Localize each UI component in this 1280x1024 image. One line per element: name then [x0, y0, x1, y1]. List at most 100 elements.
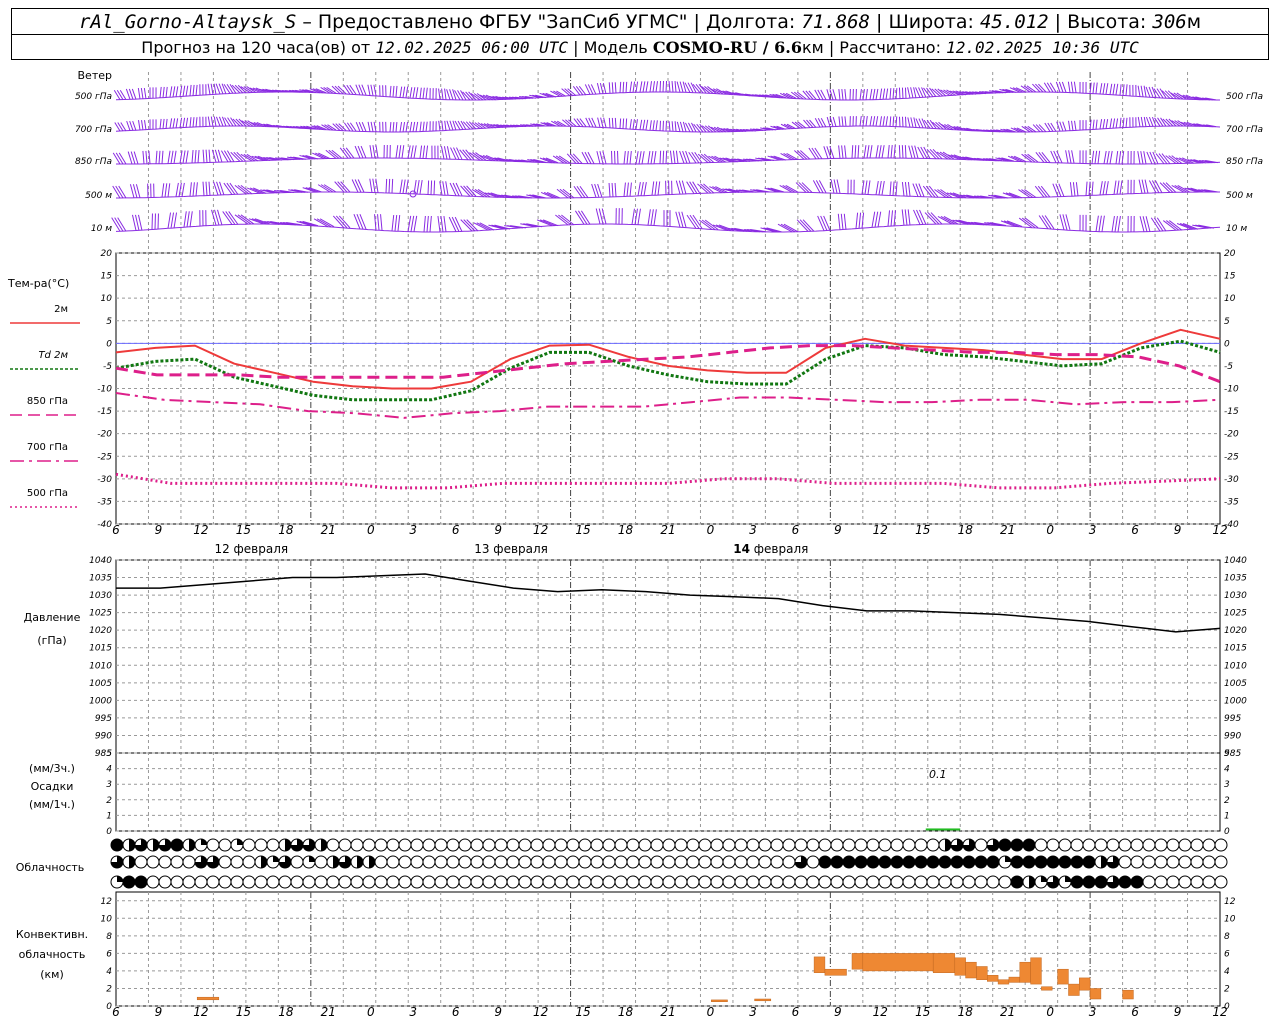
- hour-tick-label: 9: [834, 1005, 842, 1019]
- wind-barb: [555, 214, 569, 226]
- cloud-cell: [566, 855, 580, 869]
- cloud-cell: [386, 875, 400, 889]
- wind-barb: [476, 222, 492, 231]
- temp-tick-label: 5: [106, 317, 112, 327]
- convective-tick-label: 12: [101, 897, 113, 907]
- wind-barb: [395, 145, 399, 159]
- cloud-cell: [638, 875, 652, 889]
- pressure-tick-label: 995: [95, 714, 112, 724]
- wind-barb: [1075, 182, 1079, 197]
- cloud-cell-fill: [1011, 876, 1023, 888]
- wind-barb: [934, 189, 947, 198]
- cloud-cell: [1130, 838, 1144, 852]
- wind-barb: [916, 209, 924, 225]
- wind-barb: [1112, 83, 1116, 95]
- temp-legend-label: Td 2м: [38, 350, 68, 361]
- cloud-cell-fill: [1005, 856, 1011, 862]
- cloud-cell: [794, 838, 808, 852]
- wind-barb: [440, 216, 444, 233]
- wind-barb: [639, 119, 643, 130]
- wind-barb: [1168, 220, 1183, 231]
- wind-barb: [1174, 185, 1188, 193]
- wind-barb: [192, 84, 195, 96]
- wind-barb: [189, 211, 193, 228]
- wind-barb: [895, 88, 898, 100]
- cloud-cell: [614, 838, 628, 852]
- wind-barb: [131, 214, 137, 231]
- wind-barb: [642, 119, 646, 130]
- cloud-cell: [494, 875, 508, 889]
- wind-barb: [671, 81, 674, 93]
- cloud-cell: [806, 855, 820, 869]
- wind-barb: [597, 117, 601, 128]
- wind-barb: [399, 179, 403, 194]
- wind-barb: [142, 150, 145, 164]
- wind-barb: [599, 151, 604, 164]
- wind-barb: [668, 121, 671, 132]
- wind-barb: [332, 215, 345, 229]
- wind-barb: [867, 180, 871, 195]
- cloud-cell-fill: [123, 876, 135, 888]
- hour-tick-label: 15: [236, 1005, 251, 1019]
- cloud-cell-fill: [843, 856, 855, 868]
- wind-barb: [649, 81, 653, 93]
- wind-barb: [857, 145, 860, 159]
- wind-barb: [1099, 83, 1103, 95]
- wind-barb: [1119, 84, 1122, 96]
- wind-barb: [907, 209, 911, 226]
- hour-tick-label: 21: [1000, 523, 1015, 537]
- wind-level-label: 500 м: [1226, 191, 1253, 201]
- wind-barb: [1140, 116, 1144, 127]
- wind-barb: [413, 215, 418, 232]
- wind-barb: [561, 214, 575, 226]
- pressure-tick-label: 1040: [89, 556, 112, 566]
- wind-barb: [937, 216, 953, 225]
- wind-barb: [904, 182, 908, 197]
- cloud-cell: [830, 838, 844, 852]
- hour-tick-label: 0: [367, 1005, 375, 1019]
- wind-850hpa-barbs: [112, 145, 1219, 165]
- cloud-cell-fill: [855, 856, 867, 868]
- wind-barb: [785, 185, 799, 193]
- cloud-cell: [842, 875, 856, 889]
- cloud-cell-fill: [939, 856, 951, 868]
- cloud-cell: [758, 875, 772, 889]
- cloud-cell: [962, 875, 976, 889]
- wind-barb: [357, 179, 365, 193]
- wind-barb: [619, 118, 622, 129]
- cloud-cell: [866, 838, 880, 852]
- wind-barb: [354, 179, 362, 193]
- cloud-cell-fill: [357, 856, 363, 868]
- wind-barb: [1091, 150, 1095, 164]
- wind-barb: [1140, 85, 1144, 97]
- cloud-cell: [590, 875, 604, 889]
- wind-barb: [889, 116, 892, 127]
- wind-barb: [817, 89, 824, 100]
- convective-bar: [862, 953, 934, 972]
- cloud-cell-fill: [963, 856, 975, 868]
- wind-barb: [539, 219, 556, 227]
- hour-tick-label: 3: [409, 523, 417, 537]
- pressure-tick-label: 1000: [1224, 696, 1247, 706]
- cloud-cell: [458, 855, 472, 869]
- wind-barb: [1106, 150, 1110, 164]
- wind-barb: [207, 83, 211, 95]
- cloud-cell: [686, 855, 700, 869]
- wind-barb: [444, 120, 447, 131]
- cloud-cell: [170, 875, 184, 889]
- wind-barb: [182, 150, 186, 164]
- hour-tick-label: 21: [660, 1005, 675, 1019]
- hour-tick-label: 15: [915, 523, 930, 537]
- wind-barb: [930, 212, 943, 225]
- wind-barb: [389, 121, 392, 133]
- cloud-cell: [734, 875, 748, 889]
- wind-barb: [872, 116, 876, 127]
- wind-barb: [441, 88, 444, 100]
- hour-tick-label: 0: [1046, 1005, 1054, 1019]
- cloud-cell: [182, 875, 196, 889]
- hour-tick-label: 9: [494, 523, 502, 537]
- precip-tick-label: 2: [1224, 796, 1230, 806]
- cloud-cell: [194, 875, 208, 889]
- wind-barb: [372, 145, 376, 159]
- pressure-tick-label: 990: [95, 731, 112, 741]
